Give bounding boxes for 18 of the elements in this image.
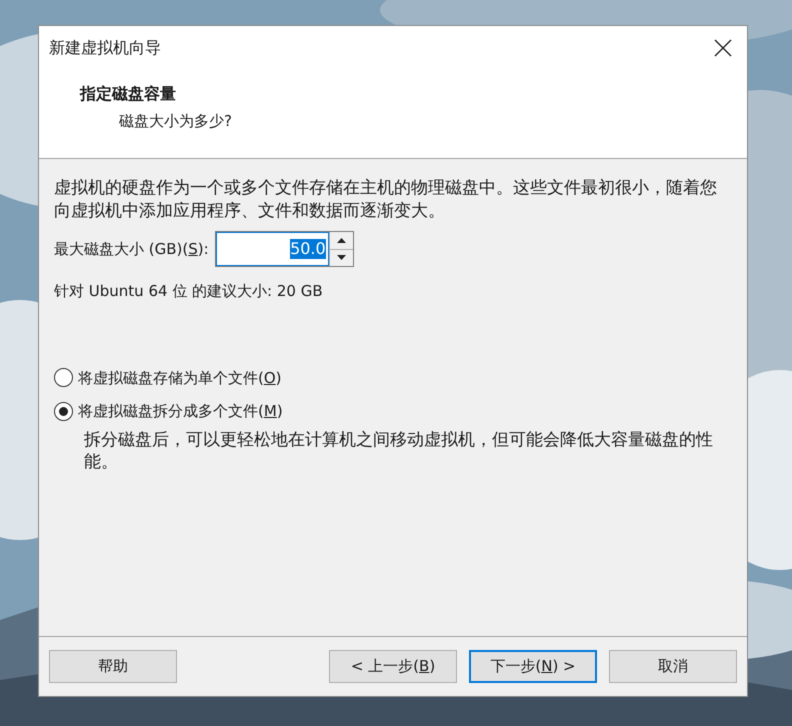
- close-icon: [714, 39, 732, 57]
- radio-option[interactable]: 将虚拟磁盘存储为单个文件(O): [54, 366, 282, 389]
- window-title: 新建虚拟机向导: [49, 37, 161, 59]
- up-arrow-icon: [336, 238, 346, 243]
- page-title: 指定磁盘容量: [80, 83, 177, 105]
- dialog-button[interactable]: 帮助: [49, 650, 177, 683]
- option-note-text: 拆分磁盘后，可以更轻松地在计算机之间移动虚拟机，但可能会降低大容量磁盘的性能。: [83, 428, 714, 472]
- down-arrow-icon: [336, 255, 346, 260]
- dialog-button[interactable]: 下一步(N) >: [469, 650, 597, 683]
- recommended-size-text: 针对 Ubuntu 64 位 的建议大小: 20 GB: [54, 281, 324, 302]
- dialog-button[interactable]: < 上一步(B): [329, 650, 457, 683]
- disk-size-label: 最大磁盘大小 (GB)(S):: [54, 238, 209, 260]
- description-text: 虚拟机的硬盘作为一个或多个文件存储在主机的物理磁盘中。这些文件最初很小，随着您向虚拟机中添加应用程序、文件和数据而逐渐变大。: [54, 177, 718, 223]
- dialog-button[interactable]: 取消: [609, 650, 737, 683]
- disk-size-spinner[interactable]: 50.0: [214, 231, 354, 267]
- radio-option[interactable]: 将虚拟磁盘拆分成多个文件(M): [54, 400, 283, 422]
- disk-size-value: 50.0: [290, 239, 326, 259]
- page-subtitle: 磁盘大小为多少?: [118, 111, 233, 132]
